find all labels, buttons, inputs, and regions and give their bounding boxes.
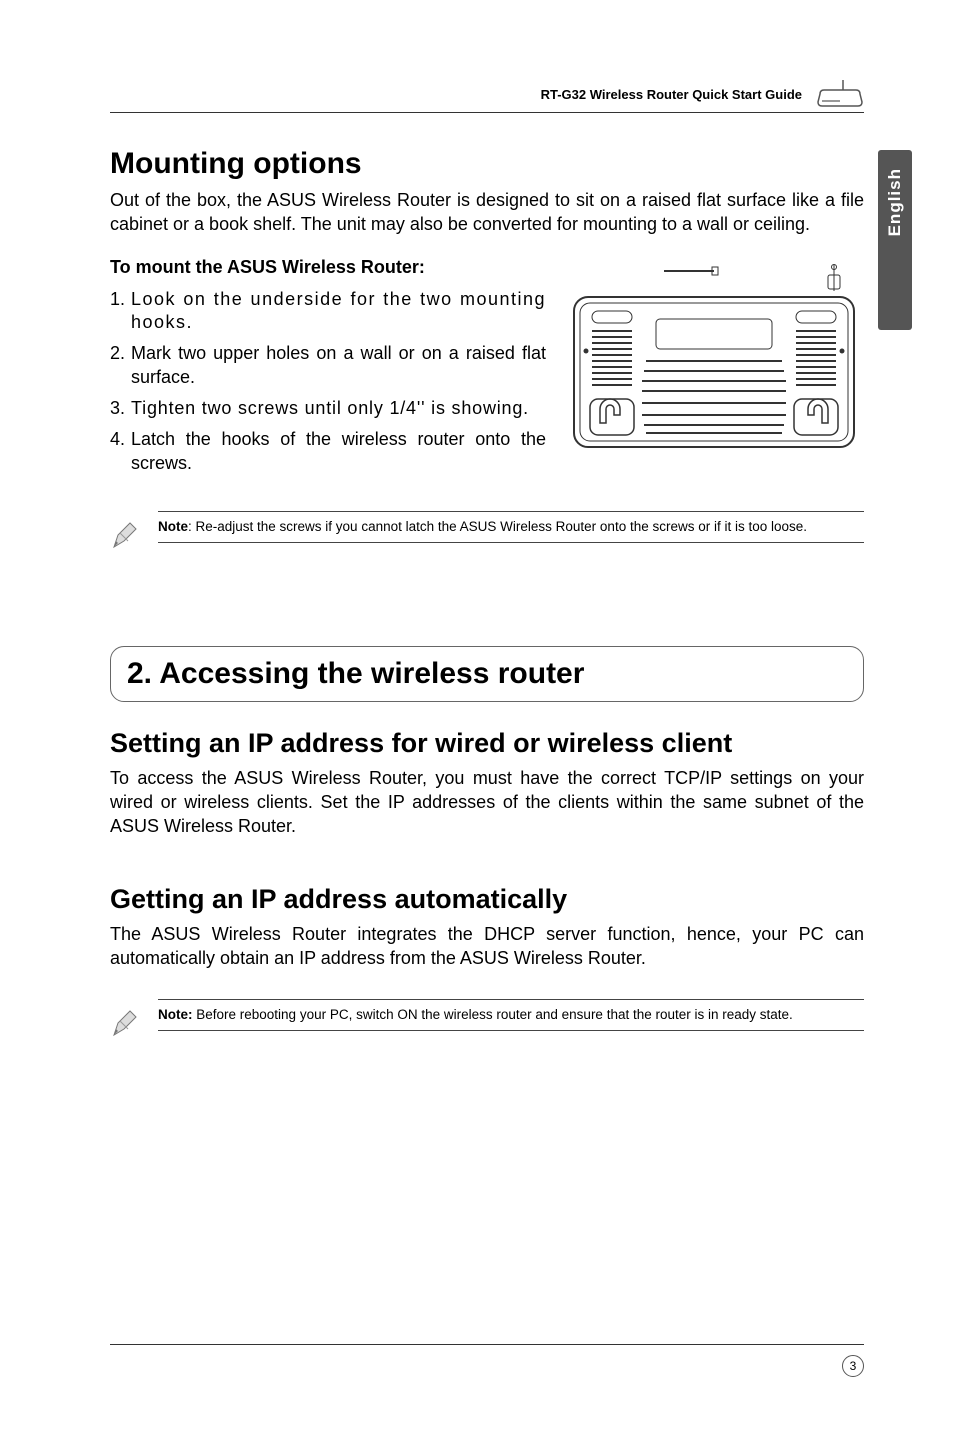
section-2-title: 2. Accessing the wireless router <box>127 657 847 691</box>
step-text: Latch the hooks of the wireless router o… <box>131 428 546 475</box>
pencil-icon <box>110 511 140 556</box>
list-item: 2.Mark two upper holes on a wall or on a… <box>110 342 546 389</box>
mounting-columns: To mount the ASUS Wireless Router: 1.Loo… <box>110 257 864 484</box>
section-title-box: 2. Accessing the wireless router <box>110 646 864 702</box>
to-mount-label: To mount the ASUS Wireless Router: <box>110 257 546 278</box>
page: RT-G32 Wireless Router Quick Start Guide… <box>0 0 954 1432</box>
step-number: 3. <box>110 397 125 420</box>
step-number: 4. <box>110 428 125 475</box>
step-text: Mark two upper holes on a wall or on a r… <box>131 342 546 389</box>
note-block-mounting: Note: Re-adjust the screws if you cannot… <box>110 511 864 556</box>
getting-ip-body: The ASUS Wireless Router integrates the … <box>110 923 864 971</box>
step-number: 2. <box>110 342 125 389</box>
router-icon <box>816 80 864 108</box>
mounting-intro: Out of the box, the ASUS Wireless Router… <box>110 189 864 237</box>
note-text: Before rebooting your PC, switch ON the … <box>193 1007 793 1022</box>
note-text: : Re-adjust the screws if you cannot lat… <box>188 519 807 534</box>
note-block-ip: Note: Before rebooting your PC, switch O… <box>110 999 864 1044</box>
list-item: 4.Latch the hooks of the wireless router… <box>110 428 546 475</box>
underside-diagram-col <box>564 261 864 484</box>
note-label: Note: <box>158 1007 193 1022</box>
language-tab: English <box>878 150 912 330</box>
note-body: Note: Before rebooting your PC, switch O… <box>158 999 864 1031</box>
doc-title: RT-G32 Wireless Router Quick Start Guide <box>541 87 802 102</box>
list-item: 3. Tighten two screws until only 1/4'' is… <box>110 397 546 420</box>
spacer <box>110 858 864 884</box>
list-item: 1.Look on the underside for the two moun… <box>110 288 546 335</box>
mounting-heading: Mounting options <box>110 147 864 181</box>
mounting-steps-col: To mount the ASUS Wireless Router: 1.Loo… <box>110 257 546 484</box>
language-label: English <box>885 168 905 236</box>
setting-ip-heading: Setting an IP address for wired or wirel… <box>110 728 864 759</box>
step-number: 1. <box>110 288 125 335</box>
note-body: Note: Re-adjust the screws if you cannot… <box>158 511 864 543</box>
note-label: Note <box>158 519 188 534</box>
step-text: Look on the underside for the two mounti… <box>131 288 546 335</box>
page-footer: 3 <box>110 1344 864 1377</box>
mounting-steps-list: 1.Look on the underside for the two moun… <box>110 288 546 476</box>
setting-ip-body: To access the ASUS Wireless Router, you … <box>110 767 864 838</box>
page-header: RT-G32 Wireless Router Quick Start Guide <box>110 80 864 113</box>
step-text: Tighten two screws until only 1/4'' is s… <box>131 397 546 420</box>
getting-ip-heading: Getting an IP address automatically <box>110 884 864 915</box>
pencil-icon <box>110 999 140 1044</box>
page-number: 3 <box>842 1355 864 1377</box>
router-underside-diagram <box>564 261 864 466</box>
